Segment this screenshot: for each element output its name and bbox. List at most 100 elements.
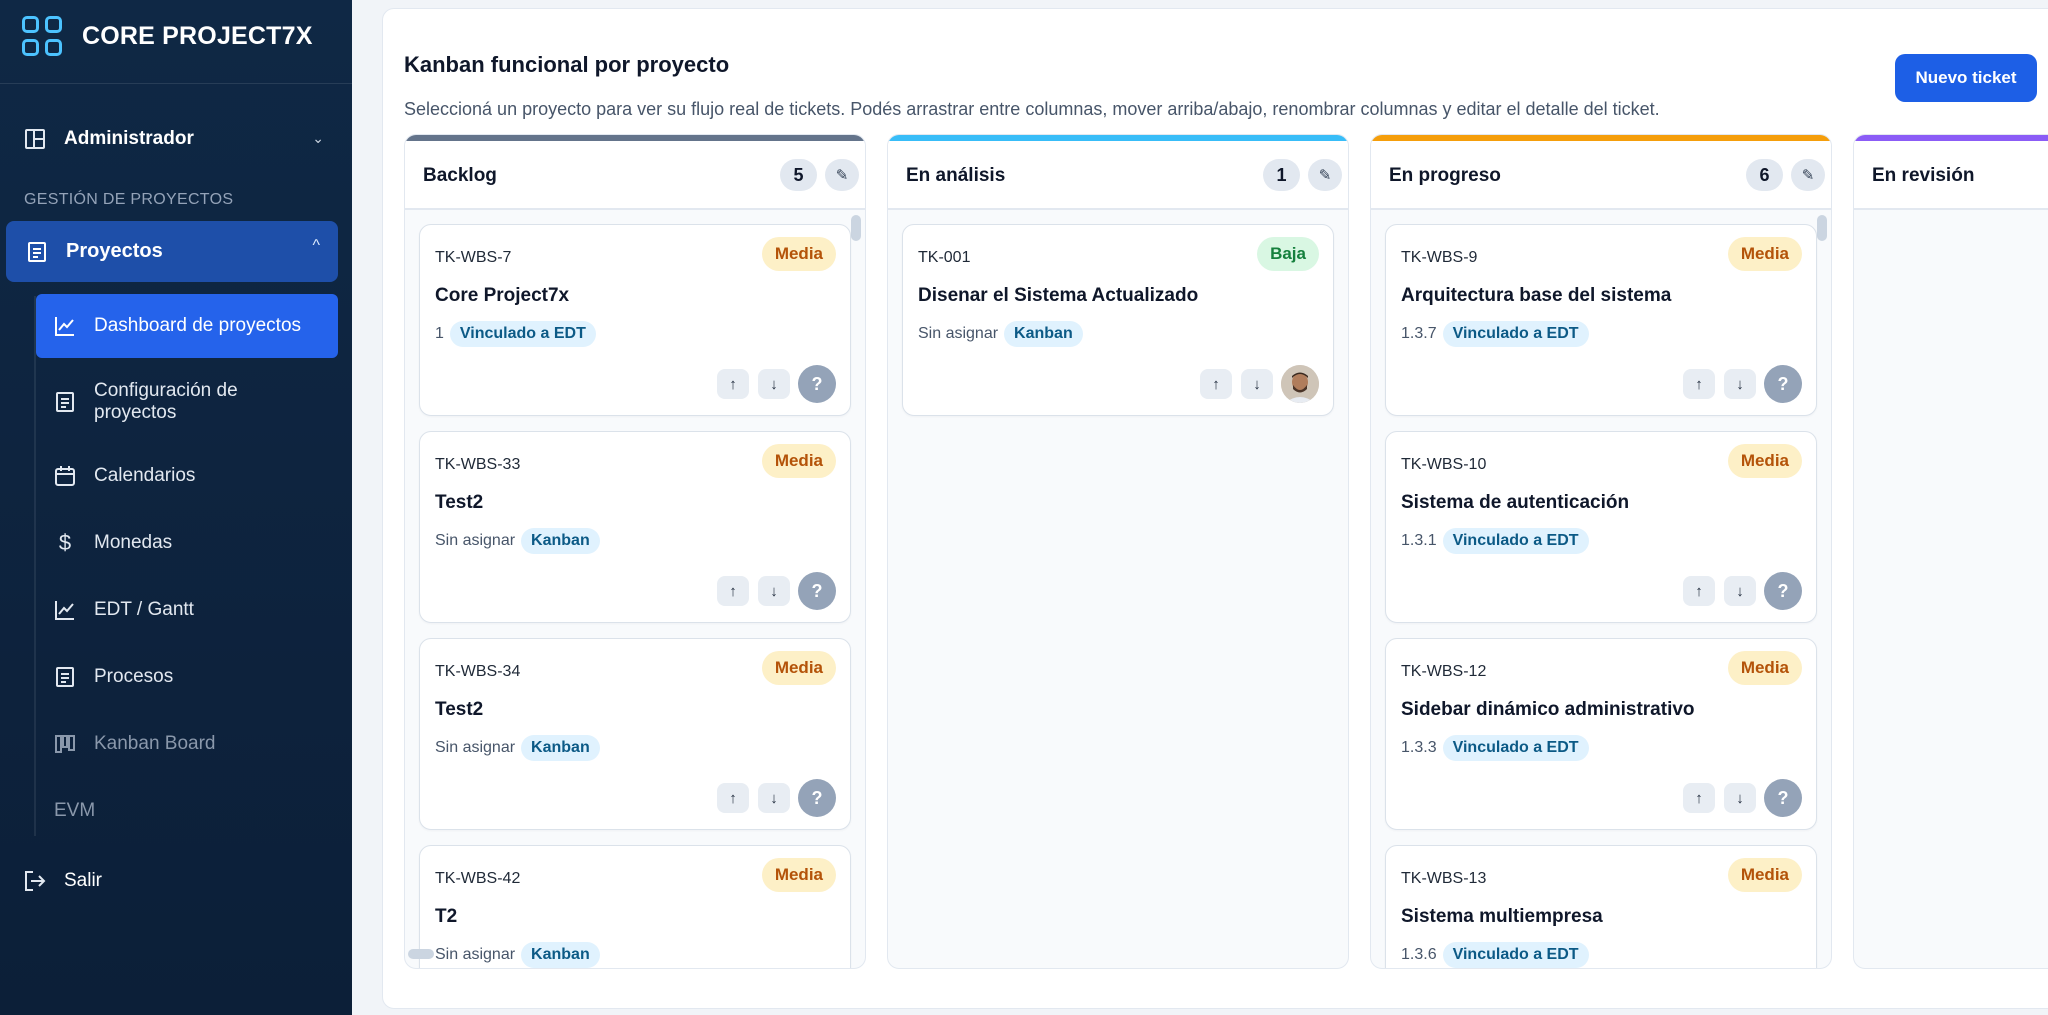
ticket-title: Sidebar dinámico administrativo xyxy=(1401,699,1695,720)
ticket-assignee: Sin asignar xyxy=(435,739,516,756)
priority-badge: Media xyxy=(761,444,836,478)
kanban-column-en-progreso[interactable]: En progreso 6 ✎ TK-WBS-9 Media Arquitect… xyxy=(1370,134,1832,969)
brand[interactable]: CORE PROJECT7X xyxy=(22,16,313,56)
kanban-column-en-analisis[interactable]: En análisis 1 ✎ TK-001 Baja Disenar el S… xyxy=(887,134,1349,969)
ticket-wbs-code: 1.3.7 xyxy=(1401,325,1437,342)
chevron-down-icon: ⌄ xyxy=(312,130,324,146)
page-subtitle: Seleccioná un proyecto para ver su flujo… xyxy=(404,99,1660,119)
move-down-button[interactable]: ↓ xyxy=(1724,783,1756,813)
sidebar-item-evm[interactable]: EVM xyxy=(36,791,338,831)
edit-column-button[interactable]: ✎ xyxy=(1791,159,1825,191)
move-up-button[interactable]: ↑ xyxy=(717,369,749,399)
move-up-button[interactable]: ↑ xyxy=(717,783,749,813)
edit-column-button[interactable]: ✎ xyxy=(1308,159,1342,191)
kanban-column-backlog[interactable]: Backlog 5 ✎ TK-WBS-7 Media Core Project7… xyxy=(404,134,866,969)
arrow-up-icon: ↑ xyxy=(729,789,737,807)
move-down-button[interactable]: ↓ xyxy=(758,576,790,606)
ticket-title: Disenar el Sistema Actualizado xyxy=(918,285,1199,306)
kanban-column-en-revision[interactable]: En revisión xyxy=(1853,134,2048,969)
ticket-card[interactable]: TK-WBS-10 Media Sistema de autenticación… xyxy=(1385,431,1817,623)
ticket-wbs-code: 1.3.6 xyxy=(1401,946,1437,963)
unassigned-avatar[interactable]: ? xyxy=(798,365,836,403)
move-up-button[interactable]: ↑ xyxy=(1683,783,1715,813)
ticket-card[interactable]: TK-001 Baja Disenar el Sistema Actualiza… xyxy=(902,224,1334,416)
move-up-button[interactable]: ↑ xyxy=(1200,369,1232,399)
ticket-title: Arquitectura base del sistema xyxy=(1401,285,1672,306)
ticket-meta: Sin asignar Kanban xyxy=(435,528,600,554)
column-count-badge: 6 xyxy=(1746,159,1783,191)
priority-badge: Baja xyxy=(1257,237,1319,271)
priority-badge: Media xyxy=(1727,237,1802,271)
ticket-card[interactable]: TK-WBS-9 Media Arquitectura base del sis… xyxy=(1385,224,1817,416)
sidebar-item-kanban-board[interactable]: Kanban Board xyxy=(36,724,338,764)
priority-badge: Media xyxy=(761,858,836,892)
pencil-icon: ✎ xyxy=(835,167,849,184)
sidebar-item-dashboard[interactable]: Dashboard de proyectos xyxy=(36,294,338,358)
sidebar-item-label: Monedas xyxy=(94,532,173,553)
kanban-icon xyxy=(54,733,76,755)
pencil-icon: ✎ xyxy=(1801,167,1815,184)
unassigned-avatar[interactable]: ? xyxy=(1764,365,1802,403)
chevron-up-icon: ^ xyxy=(312,237,320,254)
sidebar-item-project-config[interactable]: Configuración de proyectos xyxy=(36,374,338,430)
unassigned-avatar[interactable]: ? xyxy=(798,572,836,610)
move-down-button[interactable]: ↓ xyxy=(758,783,790,813)
move-up-button[interactable]: ↑ xyxy=(717,576,749,606)
column-scrollbar[interactable] xyxy=(1817,215,1827,241)
sidebar-item-label: Procesos xyxy=(94,666,174,687)
column-scrollbar[interactable] xyxy=(851,215,861,241)
edit-column-button[interactable]: ✎ xyxy=(825,159,859,191)
nav-projects-label: Proyectos xyxy=(66,240,163,262)
sidebar-item-calendars[interactable]: Calendarios xyxy=(36,456,338,496)
sidebar: CORE PROJECT7X Administrador ⌄ GESTIÓN D… xyxy=(0,0,352,1015)
ticket-card[interactable]: TK-WBS-7 Media Core Project7x 1 Vinculad… xyxy=(419,224,851,416)
dashboard-icon xyxy=(24,128,46,150)
document-icon xyxy=(54,666,76,688)
move-down-button[interactable]: ↓ xyxy=(758,369,790,399)
move-down-button[interactable]: ↓ xyxy=(1724,576,1756,606)
ticket-card[interactable]: TK-WBS-33 Media Test2 Sin asignar Kanban… xyxy=(419,431,851,623)
new-ticket-button[interactable]: Nuevo ticket xyxy=(1895,54,2037,102)
ticket-meta: 1.3.7 Vinculado a EDT xyxy=(1401,321,1589,347)
user-avatar[interactable] xyxy=(1281,365,1319,403)
ticket-card[interactable]: TK-WBS-42 Media T2 Sin asignar Kanban xyxy=(419,845,851,968)
ticket-title: Test2 xyxy=(435,492,484,513)
ticket-card[interactable]: TK-WBS-34 Media Test2 Sin asignar Kanban… xyxy=(419,638,851,830)
document-icon xyxy=(26,241,48,263)
ticket-meta: Sin asignar Kanban xyxy=(918,321,1083,347)
sidebar-item-edt-gantt[interactable]: EDT / Gantt xyxy=(36,590,338,630)
priority-badge: Media xyxy=(761,237,836,271)
ticket-meta: Sin asignar Kanban xyxy=(435,942,600,968)
move-down-button[interactable]: ↓ xyxy=(1724,369,1756,399)
unassigned-avatar[interactable]: ? xyxy=(798,779,836,817)
ticket-card[interactable]: TK-WBS-13 Media Sistema multiempresa 1.3… xyxy=(1385,845,1817,968)
ticket-actions: ↑ ↓ ? xyxy=(708,779,836,817)
sidebar-item-label: Dashboard de proyectos xyxy=(94,315,302,336)
ticket-card[interactable]: TK-WBS-12 Media Sidebar dinámico adminis… xyxy=(1385,638,1817,830)
ticket-title: Sistema de autenticación xyxy=(1401,492,1630,513)
arrow-up-icon: ↑ xyxy=(1695,582,1703,600)
sidebar-item-currencies[interactable]: $ Monedas xyxy=(36,523,338,563)
sidebar-item-processes[interactable]: Procesos xyxy=(36,657,338,697)
dollar-icon: $ xyxy=(58,530,72,555)
nav-admin[interactable]: Administrador ⌄ xyxy=(24,122,324,156)
move-down-button[interactable]: ↓ xyxy=(1241,369,1273,399)
unassigned-avatar[interactable]: ? xyxy=(1764,572,1802,610)
horizontal-scrollbar[interactable] xyxy=(408,949,434,959)
ticket-code: TK-WBS-12 xyxy=(1401,663,1487,680)
priority-badge: Media xyxy=(1727,444,1802,478)
move-up-button[interactable]: ↑ xyxy=(1683,576,1715,606)
ticket-code: TK-001 xyxy=(918,249,971,266)
ticket-actions: ↑ ↓ ? xyxy=(1674,572,1802,610)
move-up-button[interactable]: ↑ xyxy=(1683,369,1715,399)
logout-button[interactable]: Salir xyxy=(24,870,102,892)
brand-title: CORE PROJECT7X xyxy=(82,21,313,50)
unassigned-avatar[interactable]: ? xyxy=(1764,779,1802,817)
priority-badge: Media xyxy=(1727,651,1802,685)
nav-projects[interactable]: Proyectos ^ xyxy=(6,221,338,282)
column-title: En revisión xyxy=(1872,165,1975,186)
ticket-meta: 1 Vinculado a EDT xyxy=(435,321,596,347)
ticket-code: TK-WBS-13 xyxy=(1401,870,1487,887)
nav-admin-label: Administrador xyxy=(64,128,194,149)
ticket-code: TK-WBS-10 xyxy=(1401,456,1487,473)
